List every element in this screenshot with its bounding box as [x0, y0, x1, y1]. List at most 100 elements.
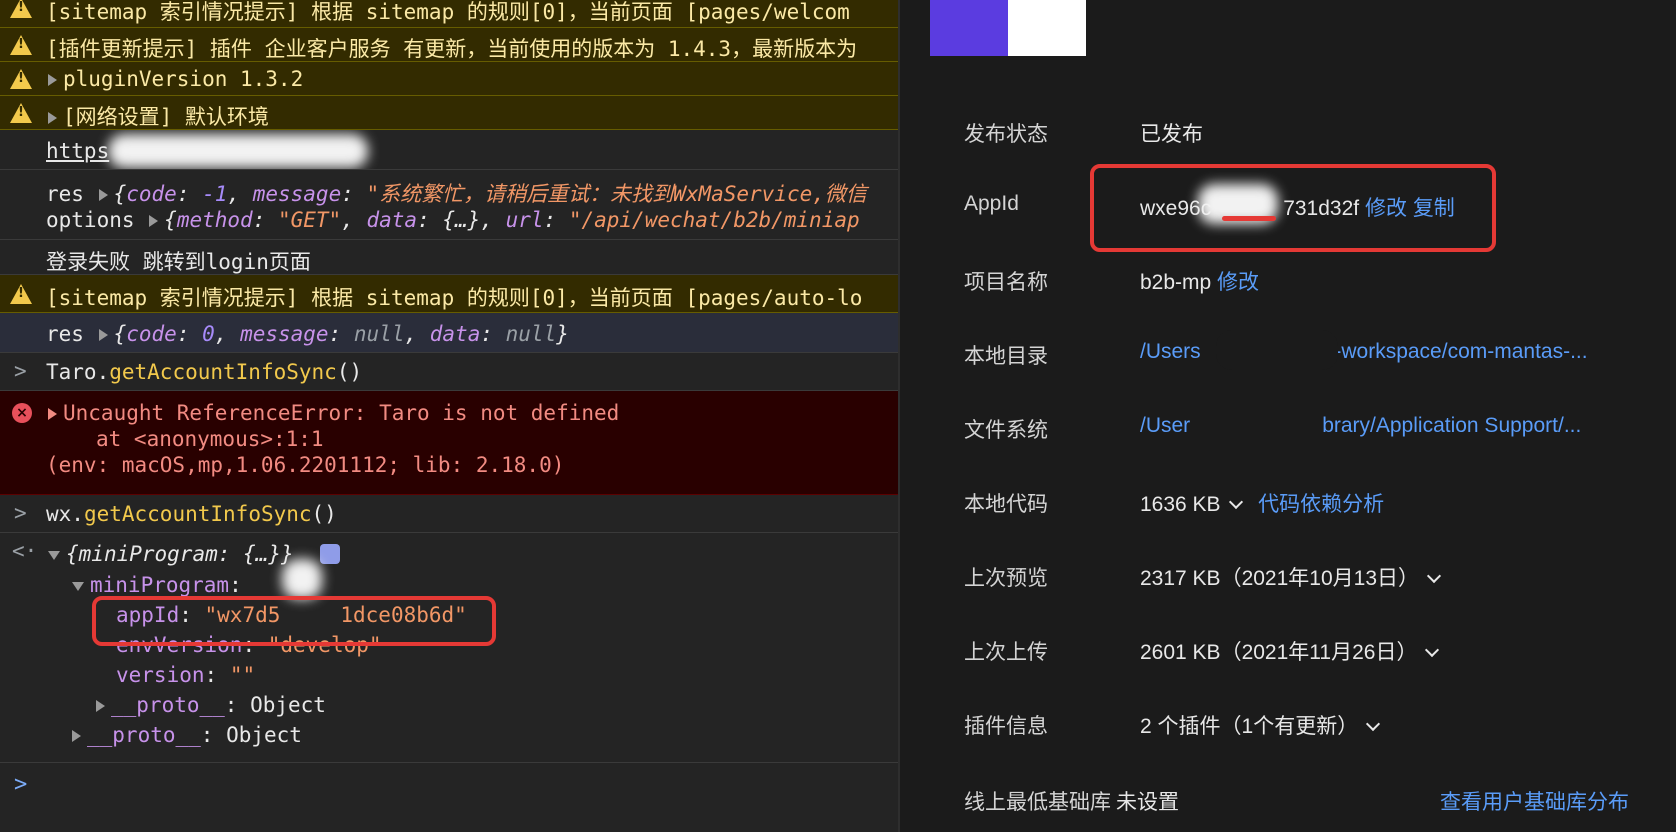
prop-value: null: [353, 322, 405, 346]
expand-triangle-icon[interactable]: [48, 74, 57, 86]
prompt-chevron-icon: >: [14, 359, 27, 383]
console-result-row[interactable]: <· {miniProgram: {…}} miniProgram: appId…: [0, 533, 898, 763]
chevron-down-icon[interactable]: [1425, 642, 1440, 658]
prop-value: -1: [202, 182, 228, 206]
prop-key: __proto__: [87, 723, 201, 747]
console-log-row[interactable]: 登录失败 跳转到login页面: [0, 240, 898, 275]
prop-value: "/api/wechat/b2b/miniap: [568, 208, 860, 232]
code-method: getAccountInfoSync: [83, 502, 312, 526]
console-input-echo-row[interactable]: > Taro.getAccountInfoSync(): [0, 353, 898, 391]
chevron-down-icon[interactable]: [1228, 494, 1243, 510]
prop-value: Object: [226, 723, 302, 747]
info-badge-icon[interactable]: [320, 544, 340, 564]
expand-triangle-icon[interactable]: [98, 189, 108, 201]
field-value: 未设置: [1116, 791, 1179, 814]
field-label: 上次上传: [964, 641, 1048, 664]
console-log-row[interactable]: res {code: -1, message: "系统繁忙，请稍后重试：未找到W…: [0, 170, 898, 240]
console-log-row[interactable]: res {code: 0, message: null, data: null}: [0, 313, 898, 353]
field-label: 本地代码: [964, 493, 1048, 516]
prop-value: {…}: [243, 542, 281, 566]
error-env: (env: macOS,mp,1.06.2201112; lib: 2.18.0…: [46, 453, 565, 477]
console-warning-row[interactable]: [网络设置] 默认环境: [0, 96, 898, 130]
console-warning-row[interactable]: [sitemap 索引情况提示] 根据 sitemap 的规则[0]，当前页面 …: [0, 0, 898, 28]
edit-project-name-link[interactable]: 修改: [1217, 271, 1259, 294]
console-message: [sitemap 索引情况提示] 根据 sitemap 的规则[0]，当前页面 …: [46, 0, 850, 24]
expand-triangle-icon[interactable]: [98, 329, 108, 341]
console-message: [插件更新提示] 插件 企业客户服务 有更新，当前使用的版本为 1.4.3，最新…: [46, 37, 858, 61]
error-message: Uncaught ReferenceError: Taro is not def…: [63, 401, 620, 425]
collapse-triangle-icon[interactable]: [48, 550, 60, 560]
log-key: res: [46, 322, 84, 346]
redaction-blur: [108, 134, 368, 168]
console-message: [sitemap 索引情况提示] 根据 sitemap 的规则[0]，当前页面 …: [46, 286, 863, 310]
file-system-link[interactable]: brary/Application Support/...: [1322, 414, 1581, 437]
warning-icon: [10, 284, 32, 304]
prop-key: message: [252, 182, 342, 206]
chevron-down-icon[interactable]: [1366, 716, 1381, 732]
prop-key: code: [126, 322, 177, 346]
field-label: AppId: [964, 192, 1019, 215]
prop-value: {…}: [442, 208, 481, 232]
prop-key: miniProgram: [78, 542, 218, 566]
expand-triangle-icon[interactable]: [72, 730, 81, 742]
chevron-down-icon[interactable]: [1426, 568, 1442, 584]
prop-key: message: [240, 322, 329, 346]
app-logo: [930, 0, 1008, 56]
warning-icon: [10, 0, 32, 18]
collapse-triangle-icon[interactable]: [72, 581, 84, 591]
prop-key: version: [116, 663, 205, 687]
console-link[interactable]: https: [46, 139, 109, 163]
highlight-box-appid: [92, 596, 496, 646]
console-message: [网络设置] 默认环境: [63, 105, 269, 129]
prop-key: data: [429, 322, 481, 346]
prop-key: method: [176, 208, 253, 232]
prop-key: data: [366, 208, 418, 232]
field-label: 发布状态: [964, 123, 1048, 146]
prop-key: __proto__: [111, 693, 225, 717]
dependency-analysis-link[interactable]: 代码依赖分析: [1258, 493, 1384, 516]
field-value: 2601 KB（2021年11月26日）: [1140, 641, 1418, 664]
project-details-panel: 发布状态 已发布 AppId wxe96c 731d32f 修改 复制 项目名称 …: [898, 0, 1676, 832]
console-warning-row[interactable]: pluginVersion 1.3.2: [0, 62, 898, 96]
console-error-row[interactable]: × Uncaught ReferenceError: Taro is not d…: [0, 391, 898, 495]
console-warning-row[interactable]: [sitemap 索引情况提示] 根据 sitemap 的规则[0]，当前页面 …: [0, 275, 898, 313]
field-value: 2 个插件（1个有更新）: [1140, 715, 1359, 738]
code-object: Taro: [46, 360, 97, 384]
field-value: 1636 KB: [1140, 493, 1221, 516]
error-icon: ×: [12, 403, 32, 423]
code-object: wx: [46, 502, 72, 526]
prop-value: "系统繁忙，请稍后重试：未找到WxMaService,微信: [366, 182, 867, 206]
local-directory-link[interactable]: b-workspace/com-mantas-...: [1323, 340, 1588, 363]
app-logo-bg: [1008, 0, 1086, 56]
expand-triangle-icon[interactable]: [48, 112, 57, 124]
file-system-link[interactable]: /User: [1140, 414, 1190, 437]
expand-triangle-icon[interactable]: [149, 215, 159, 227]
field-value: 已发布: [1140, 123, 1203, 146]
prop-key: code: [126, 182, 177, 206]
field-value: 2317 KB（2021年10月13日）: [1140, 567, 1419, 590]
redaction-blank: [1216, 330, 1338, 370]
console-input[interactable]: [46, 768, 886, 802]
warning-icon: [10, 69, 32, 89]
prop-value: Object: [250, 693, 326, 717]
console-message: pluginVersion 1.3.2: [63, 67, 304, 91]
log-key: res: [46, 182, 84, 206]
console-prompt-icon: >: [14, 772, 28, 797]
console-input-echo-row[interactable]: > wx.getAccountInfoSync(): [0, 495, 898, 533]
field-label: 插件信息: [964, 715, 1048, 738]
expand-triangle-icon[interactable]: [48, 408, 57, 420]
console-message: 登录失败 跳转到login页面: [46, 250, 311, 274]
prop-value: "GET": [277, 208, 342, 232]
expand-triangle-icon[interactable]: [96, 700, 105, 712]
prop-value: null: [505, 322, 557, 346]
console-log-row[interactable]: https: [0, 130, 898, 170]
result-arrow-icon: <·: [12, 539, 38, 563]
console-warning-row[interactable]: [插件更新提示] 插件 企业客户服务 有更新，当前使用的版本为 1.4.3，最新…: [0, 28, 898, 62]
field-label: 项目名称: [964, 271, 1048, 294]
local-directory-link[interactable]: /Users: [1140, 340, 1201, 363]
field-label: 文件系统: [964, 419, 1048, 442]
prop-value: "": [229, 663, 256, 687]
error-stack: at <anonymous>:1:1: [96, 427, 324, 451]
view-base-library-distribution-link[interactable]: 查看用户基础库分布: [1440, 786, 1629, 816]
warning-icon: [10, 35, 32, 55]
